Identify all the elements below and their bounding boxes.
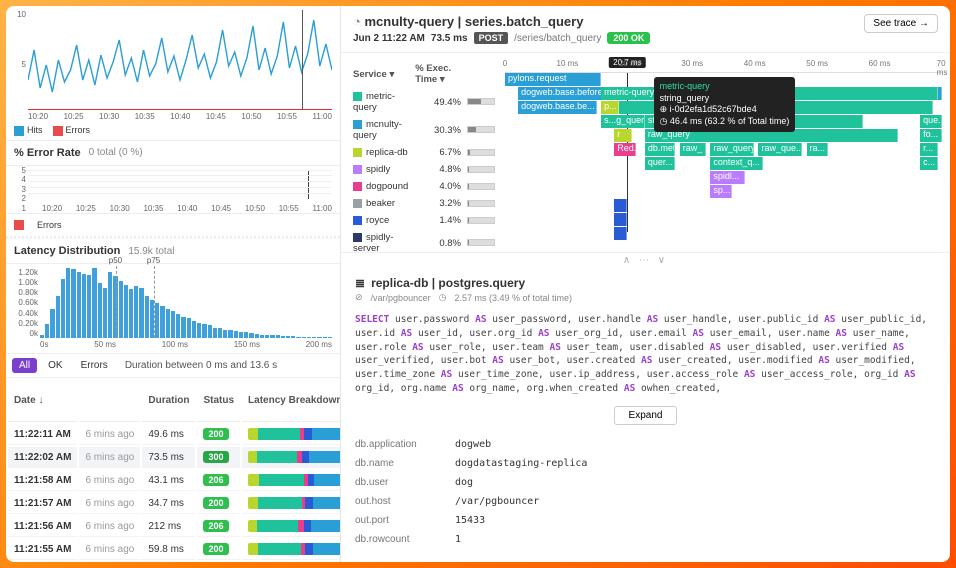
flame-span[interactable]: db.meth — [645, 143, 676, 156]
service-row[interactable]: mcnulty-query30.3% — [351, 117, 497, 143]
flame-graph[interactable]: 20.7 ms 010 ms20 ms30 ms40 ms50 ms60 ms7… — [505, 59, 942, 246]
flame-span[interactable]: raw_query — [710, 143, 754, 156]
service-row[interactable]: metric-query49.4% — [351, 89, 497, 115]
service-breakdown: Service ▾ % Exec. Time ▾ metric-query49.… — [349, 59, 499, 246]
flame-span[interactable]: r... — [920, 143, 937, 156]
flame-span[interactable]: raw_que... — [758, 143, 802, 156]
trace-timestamp: Jun 2 11:22 AM — [353, 33, 425, 44]
flame-span[interactable] — [614, 213, 627, 226]
ytick: 5 — [12, 60, 26, 69]
see-trace-button[interactable]: See trace → — [864, 14, 938, 33]
flame-span[interactable]: spidl... — [710, 171, 745, 184]
trace-table: Date ↓DurationStatusLatency Breakdownby … — [6, 378, 341, 562]
flame-span[interactable]: s...g_query — [601, 115, 645, 128]
legend-errors[interactable]: Errors — [53, 125, 91, 136]
service-row[interactable]: royce1.4% — [351, 213, 497, 228]
flame-span[interactable] — [614, 227, 627, 240]
trace-title: mcnulty-query | series.batch_query — [364, 14, 583, 29]
flame-span[interactable]: context_q... — [710, 157, 762, 170]
filter-ok[interactable]: OK — [41, 358, 69, 373]
latency-sub: 15.9k total — [128, 246, 174, 257]
latency-histogram[interactable]: 1.20k1.00k0.80k0.60k0.40k0.20k0k p50 p75 — [14, 268, 332, 338]
http-method: POST — [474, 32, 509, 44]
flame-span[interactable]: fo... — [920, 129, 942, 142]
table-row[interactable]: 11:21:57 AM6 mins ago34.7 ms200 — [8, 493, 341, 514]
clock-icon: ◷ — [439, 292, 447, 303]
flame-span[interactable]: raw_ — [680, 143, 706, 156]
error-rate-chart: 54321 10:2010:2510:3010:3510:4010:4510:5… — [6, 166, 340, 214]
span-timing: 2.57 ms (3.49 % of total time) — [454, 293, 572, 303]
flame-span[interactable]: que... — [920, 115, 942, 128]
col-service[interactable]: Service ▾ — [351, 61, 411, 87]
col-pct[interactable]: % Exec. Time ▾ — [413, 61, 463, 87]
table-row[interactable]: 11:21:56 AM6 mins ago212 ms206 — [8, 516, 341, 537]
table-row[interactable]: 11:22:11 AM6 mins ago49.6 ms200 — [8, 424, 341, 445]
service-row[interactable]: spidly4.8% — [351, 162, 497, 177]
flame-span[interactable]: Red... — [614, 143, 636, 156]
resize-handle[interactable]: ∧ ⋯ ∨ — [341, 253, 950, 268]
flame-span[interactable]: p... — [601, 101, 618, 114]
http-path: /series/batch_query — [514, 33, 601, 44]
clock-icon: ◔ — [353, 14, 361, 29]
span-title: replica-db | postgres.query — [371, 276, 525, 290]
filter-range: Duration between 0 ms and 13.6 s — [125, 360, 277, 371]
flame-span[interactable]: quer... — [645, 157, 676, 170]
legend-hits[interactable]: Hits — [14, 125, 43, 136]
flame-span[interactable]: ra... — [807, 143, 829, 156]
latency-title: Latency Distribution — [14, 245, 120, 257]
db-icon: ≣ — [355, 276, 365, 290]
flame-span[interactable]: sp... — [710, 185, 732, 198]
sql-query: SELECT user.password AS user_password, u… — [355, 313, 936, 396]
flame-span[interactable] — [614, 199, 627, 212]
table-row[interactable]: 11:21:55 AM6 mins ago59.8 ms200 — [8, 539, 341, 560]
table-row[interactable]: 11:21:58 AM6 mins ago43.1 ms206 — [8, 470, 341, 491]
span-metadata: db.applicationdogwebdb.namedogdatastagin… — [355, 435, 936, 549]
filter-errors[interactable]: Errors — [74, 358, 115, 373]
service-row[interactable]: dogpound4.0% — [351, 179, 497, 194]
filter-all[interactable]: All — [12, 358, 37, 373]
table-row[interactable]: 11:22:02 AM6 mins ago73.5 ms300 — [8, 447, 341, 468]
error-rate-title: % Error Rate — [14, 147, 81, 159]
service-row[interactable]: beaker3.2% — [351, 196, 497, 211]
ytick: 10 — [12, 10, 26, 19]
status-ok: 200 OK — [607, 32, 650, 44]
flame-span[interactable]: pylons.request — [505, 73, 601, 86]
error-rate-sub: 0 total (0 %) — [89, 147, 143, 158]
flame-span[interactable]: c... — [920, 157, 937, 170]
service-row[interactable]: replica-db6.7% — [351, 145, 497, 160]
host-icon: ⊘ — [355, 292, 363, 303]
expand-button[interactable]: Expand — [614, 406, 678, 425]
span-tooltip: metric-query string_query ⊕ i-0d2efa1d52… — [654, 77, 796, 132]
service-row[interactable]: spidly-server0.8% — [351, 230, 497, 253]
error-rate-header: % Error Rate 0 total (0 %) — [6, 141, 340, 166]
flame-span[interactable]: dogweb.base.be... — [518, 101, 597, 114]
trace-filter-bar: All OK Errors Duration between 0 ms and … — [6, 354, 340, 378]
latency-header: Latency Distribution 15.9k total — [6, 239, 340, 264]
errors-legend: Errors — [37, 220, 62, 230]
flame-span[interactable]: r — [614, 129, 631, 142]
trace-duration: 73.5 ms — [431, 33, 468, 44]
span-host: /var/pgbouncer — [371, 293, 431, 303]
hits-errors-chart: 10 5 10:2010:2510:3010:3510:4010:4510:50… — [6, 6, 340, 141]
